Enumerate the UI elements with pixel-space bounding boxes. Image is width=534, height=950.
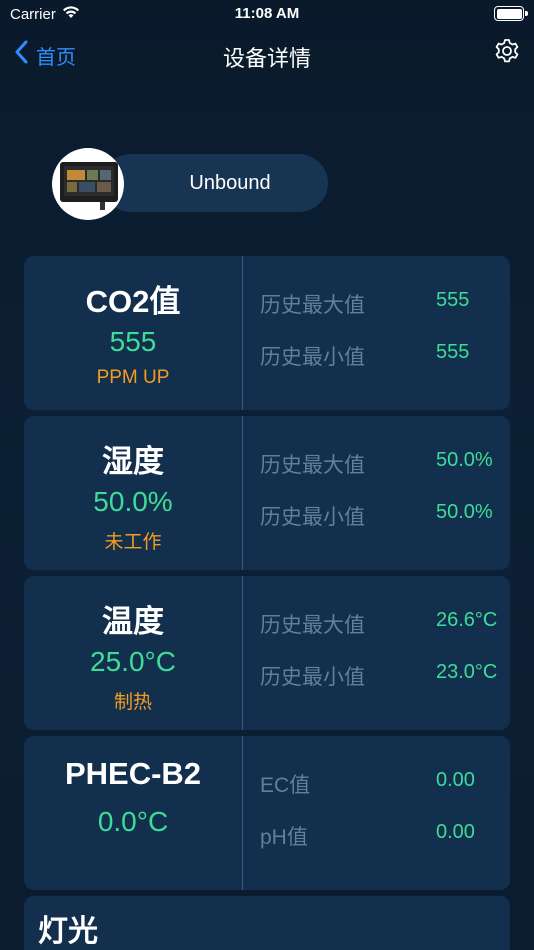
history-min-label: 历史最小值 [260,666,365,689]
history-max-label: 历史最大值 [260,614,365,637]
history-min-value: 50.0% [436,501,493,523]
battery-icon [494,6,528,21]
sensor-summary: CO2值 555 PPM UP [24,256,242,410]
ph-value: 0.00 [436,821,475,843]
history-max-value: 50.0% [436,449,493,471]
sensor-status: 制热 [113,692,152,713]
history-min-value: 23.0°C [436,661,498,683]
sensor-name: PHEC-B2 [64,756,202,791]
ec-value: 0.00 [436,769,475,791]
sensor-value: 555 [109,326,157,357]
nav-bar: 首页 设备详情 [0,28,534,80]
history-min-label: 历史最小值 [260,506,365,529]
ph-label: pH值 [260,826,308,849]
history-max-label: 历史最大值 [260,454,365,477]
sensor-summary: 湿度 50.0% 未工作 [24,416,242,570]
status-bar: Carrier 11:08 AM [0,0,534,28]
history-min-label: 历史最小值 [260,346,365,369]
history-min-value: 555 [436,341,470,363]
history-max-value: 26.6°C [436,609,498,631]
light-section[interactable]: 灯光 [24,896,510,950]
sensor-status: 未工作 [104,532,162,553]
device-status: Unbound [189,171,271,194]
sensor-card-co2[interactable]: CO2值 555 PPM UP 历史最大值 555 历史最小值 555 [24,256,510,410]
history-max-label: 历史最大值 [260,294,365,317]
sensor-card-phec[interactable]: PHEC-B2 0.0°C EC值 0.00 pH值 0.00 [24,736,510,890]
sensor-summary: 温度 25.0°C 制热 [24,576,242,730]
sensor-value: 50.0% [93,486,173,517]
device-image [52,148,124,220]
page-title: 设备详情 [222,46,311,71]
sensor-value: 0.0°C [97,806,169,837]
device-status-pill: Unbound [102,154,328,212]
sensor-status: PPM UP [96,367,170,388]
sensor-name: CO2值 [85,284,181,319]
settings-button[interactable] [492,38,522,68]
status-time: 11:08 AM [234,5,300,22]
sensor-card-humidity[interactable]: 湿度 50.0% 未工作 历史最大值 50.0% 历史最小值 50.0% [24,416,510,570]
history-max-value: 555 [436,289,470,311]
light-section-title: 灯光 [38,915,98,948]
card-divider [242,256,243,410]
gear-icon [494,38,520,69]
card-divider [242,736,243,890]
sensor-summary: PHEC-B2 0.0°C [24,736,242,890]
card-divider [242,416,243,570]
ec-label: EC值 [260,774,311,797]
sensor-name: 湿度 [102,444,164,479]
sensor-value: 25.0°C [90,646,176,677]
sensor-name: 温度 [102,604,164,639]
card-divider [242,576,243,730]
sensor-card-temperature[interactable]: 温度 25.0°C 制热 历史最大值 26.6°C 历史最小值 23.0°C [24,576,510,730]
